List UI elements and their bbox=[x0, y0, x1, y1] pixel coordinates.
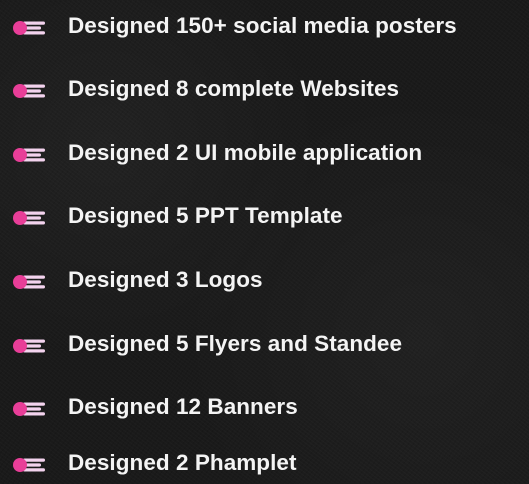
bullet-icon bbox=[13, 21, 47, 35]
list-item: Designed 12 Banners bbox=[0, 388, 529, 428]
achievement-list: Designed 150+ social media posters Desig… bbox=[0, 0, 529, 484]
list-item: Designed 3 Logos bbox=[0, 261, 529, 301]
item-label: Designed 2 Phamplet bbox=[68, 450, 297, 475]
list-item: Designed 5 Flyers and Standee bbox=[0, 325, 529, 365]
bullet-icon bbox=[13, 402, 47, 416]
item-label: Designed 5 Flyers and Standee bbox=[68, 331, 403, 356]
list-item: Designed 2 Phamplet bbox=[0, 444, 529, 484]
bullet-icon bbox=[13, 84, 47, 98]
bullet-icon bbox=[13, 339, 47, 353]
item-label: Designed 5 PPT Template bbox=[68, 203, 343, 228]
bullet-icon bbox=[13, 275, 47, 289]
list-item: Designed 2 UI mobile application bbox=[0, 134, 529, 174]
list-item: Designed 5 PPT Template bbox=[0, 197, 529, 237]
item-label: Designed 150+ social media posters bbox=[68, 13, 457, 38]
list-item: Designed 150+ social media posters bbox=[0, 7, 529, 47]
item-label: Designed 12 Banners bbox=[68, 394, 298, 419]
list-item: Designed 8 complete Websites bbox=[0, 70, 529, 110]
bullet-icon bbox=[13, 458, 47, 472]
bullet-icon bbox=[13, 148, 47, 162]
item-label: Designed 2 UI mobile application bbox=[68, 140, 423, 165]
item-label: Designed 8 complete Websites bbox=[68, 76, 400, 101]
item-label: Designed 3 Logos bbox=[68, 267, 263, 292]
bullet-icon bbox=[13, 211, 47, 225]
